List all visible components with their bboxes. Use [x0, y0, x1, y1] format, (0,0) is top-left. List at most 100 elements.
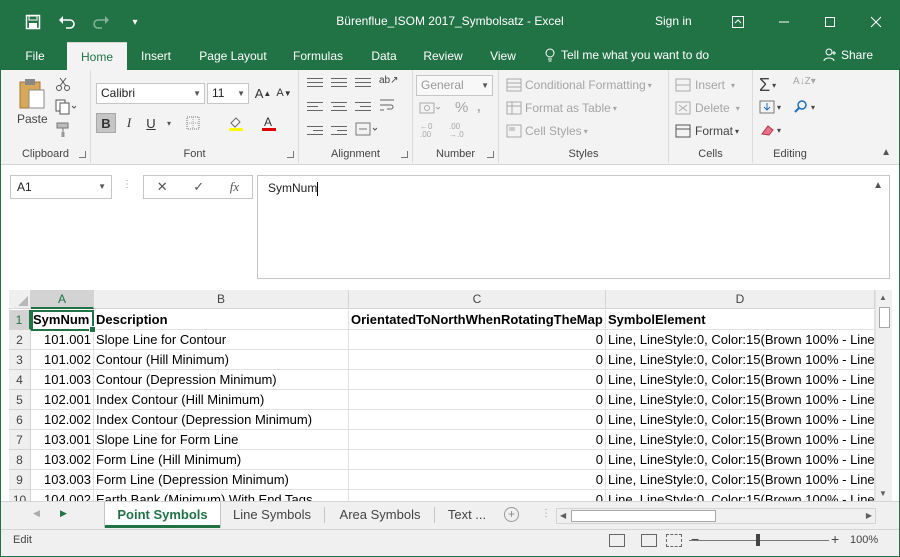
- horizontal-scrollbar[interactable]: ◀ ▶: [556, 508, 876, 524]
- row-header[interactable]: 3: [9, 350, 31, 370]
- sheet-tab-point-symbols[interactable]: Point Symbols: [105, 502, 220, 528]
- cell-b[interactable]: Index Contour (Hill Minimum): [94, 390, 349, 410]
- number-format-select[interactable]: General ▼: [416, 75, 493, 96]
- next-sheet-icon[interactable]: ▶: [60, 508, 67, 519]
- column-header-c[interactable]: C: [349, 290, 606, 309]
- wrap-text-icon[interactable]: [379, 98, 395, 112]
- cell-b[interactable]: Earth Bank (Minimum) With End Tags: [94, 490, 349, 501]
- font-name-select[interactable]: Calibri ▼: [96, 83, 205, 104]
- sheet-tab-line-symbols[interactable]: Line Symbols: [224, 502, 320, 528]
- alignment-launcher-icon[interactable]: [401, 151, 408, 158]
- customize-qat-icon[interactable]: ▾: [125, 12, 145, 32]
- borders-icon[interactable]: [183, 113, 203, 133]
- merge-center-icon[interactable]: [355, 122, 377, 136]
- cell-d[interactable]: Line, LineStyle:0, Color:15(Brown 100% -…: [606, 410, 875, 430]
- delete-cells-button[interactable]: Delete ▾: [675, 101, 740, 115]
- cell-d[interactable]: Line, LineStyle:0, Color:15(Brown 100% -…: [606, 390, 875, 410]
- font-size-select[interactable]: 11 ▼: [207, 83, 249, 104]
- maximize-icon[interactable]: [807, 1, 853, 42]
- zoom-slider-thumb[interactable]: [756, 534, 760, 546]
- vertical-scrollbar[interactable]: ▲ ▼: [875, 290, 892, 501]
- conditional-formatting-button[interactable]: Conditional Formatting ▾: [506, 78, 652, 92]
- grow-font-icon[interactable]: A ▲: [253, 83, 273, 103]
- column-header-d[interactable]: D: [606, 290, 875, 309]
- number-launcher-icon[interactable]: [487, 151, 494, 158]
- splitter-dots-icon[interactable]: ⋮: [122, 179, 132, 190]
- cell-c[interactable]: 0: [349, 410, 606, 430]
- tab-review[interactable]: Review: [414, 42, 472, 70]
- confirm-entry-icon[interactable]: ✓: [193, 179, 204, 195]
- cell-d[interactable]: Line, LineStyle:0, Color:15(Brown 100% -…: [606, 350, 875, 370]
- zoom-in-icon[interactable]: +: [831, 531, 839, 547]
- horizontal-scroll-thumb[interactable]: [571, 510, 716, 522]
- cell-b[interactable]: Contour (Depression Minimum): [94, 370, 349, 390]
- minimize-icon[interactable]: [761, 1, 807, 42]
- redo-icon[interactable]: [91, 12, 111, 32]
- ribbon-display-options-icon[interactable]: [715, 1, 761, 42]
- sheet-tab-text[interactable]: Text ...: [441, 502, 493, 528]
- find-select-icon[interactable]: ▾: [793, 100, 815, 114]
- insert-cells-button[interactable]: Insert ▾: [675, 78, 735, 92]
- decrease-decimal-icon[interactable]: .00 →.0: [449, 123, 464, 139]
- page-break-view-icon[interactable]: [666, 534, 682, 547]
- cell-b[interactable]: Index Contour (Depression Minimum): [94, 410, 349, 430]
- scroll-right-icon[interactable]: ▶: [866, 511, 872, 520]
- cell-c[interactable]: 0: [349, 470, 606, 490]
- align-left-icon[interactable]: [307, 102, 323, 114]
- insert-function-icon[interactable]: fx: [230, 179, 239, 195]
- tab-file[interactable]: File: [15, 42, 55, 70]
- cell-b[interactable]: Form Line (Hill Minimum): [94, 450, 349, 470]
- middle-align-icon[interactable]: [331, 78, 347, 90]
- cancel-entry-icon[interactable]: ✕: [157, 179, 168, 195]
- top-align-icon[interactable]: [307, 78, 323, 90]
- cell-b[interactable]: Contour (Hill Minimum): [94, 350, 349, 370]
- sign-in-link[interactable]: Sign in: [655, 14, 692, 28]
- tab-insert[interactable]: Insert: [131, 42, 181, 70]
- cell-d[interactable]: SymbolElement: [606, 310, 875, 330]
- cell-d[interactable]: Line, LineStyle:0, Color:15(Brown 100% -…: [606, 470, 875, 490]
- cell-d[interactable]: Line, LineStyle:0, Color:15(Brown 100% -…: [606, 370, 875, 390]
- column-header-a[interactable]: A: [31, 290, 94, 309]
- cell-a[interactable]: 103.002: [31, 450, 94, 470]
- bold-icon[interactable]: B: [96, 113, 116, 133]
- cell-c[interactable]: 0: [349, 450, 606, 470]
- chevron-down-icon[interactable]: ▾: [159, 113, 179, 133]
- share-button[interactable]: Share: [823, 48, 873, 62]
- page-layout-view-icon[interactable]: [641, 534, 657, 547]
- cell-a[interactable]: 101.002: [31, 350, 94, 370]
- cell-c[interactable]: 0: [349, 390, 606, 410]
- select-all-button[interactable]: [9, 290, 31, 309]
- fill-color-icon[interactable]: [226, 113, 246, 133]
- scroll-left-icon[interactable]: ◀: [560, 511, 566, 520]
- cell-b[interactable]: Description: [94, 310, 349, 330]
- zoom-level[interactable]: 100%: [850, 534, 878, 546]
- row-header[interactable]: 8: [9, 450, 31, 470]
- row-header[interactable]: 6: [9, 410, 31, 430]
- row-header[interactable]: 4: [9, 370, 31, 390]
- cell-d[interactable]: Line, LineStyle:0, Color:15(Brown 100% -…: [606, 450, 875, 470]
- undo-icon[interactable]: [57, 12, 77, 32]
- format-painter-icon[interactable]: [55, 122, 71, 138]
- row-header[interactable]: 1: [9, 310, 31, 330]
- shrink-font-icon[interactable]: A ▼: [274, 83, 294, 103]
- increase-indent-icon[interactable]: [331, 126, 347, 138]
- percent-icon[interactable]: %: [455, 99, 468, 116]
- cell-a[interactable]: 103.003: [31, 470, 94, 490]
- save-icon[interactable]: [23, 12, 43, 32]
- splitter-dots-icon[interactable]: ⋮: [541, 508, 551, 519]
- cell-a[interactable]: 102.002: [31, 410, 94, 430]
- worksheet-grid[interactable]: A B C D 1 SymNum Description OrientatedToNo…: [1, 288, 899, 501]
- cell-b[interactable]: Slope Line for Form Line: [94, 430, 349, 450]
- cell-a[interactable]: SymNum: [31, 310, 94, 330]
- tab-data[interactable]: Data: [363, 42, 405, 70]
- cell-c[interactable]: OrientatedToNorthWhenRotatingTheMap: [349, 310, 606, 330]
- sort-filter-icon[interactable]: A↓Z▾: [793, 76, 816, 87]
- format-as-table-button[interactable]: Format as Table ▾: [506, 101, 617, 115]
- fill-icon[interactable]: ▾: [759, 100, 781, 114]
- sheet-tab-area-symbols[interactable]: Area Symbols: [330, 502, 430, 528]
- vertical-scroll-thumb[interactable]: [879, 307, 890, 328]
- font-launcher-icon[interactable]: [287, 151, 294, 158]
- cell-c[interactable]: 0: [349, 350, 606, 370]
- formula-input[interactable]: SymNum ▲: [257, 175, 890, 279]
- orientation-icon[interactable]: ab↗: [379, 75, 399, 86]
